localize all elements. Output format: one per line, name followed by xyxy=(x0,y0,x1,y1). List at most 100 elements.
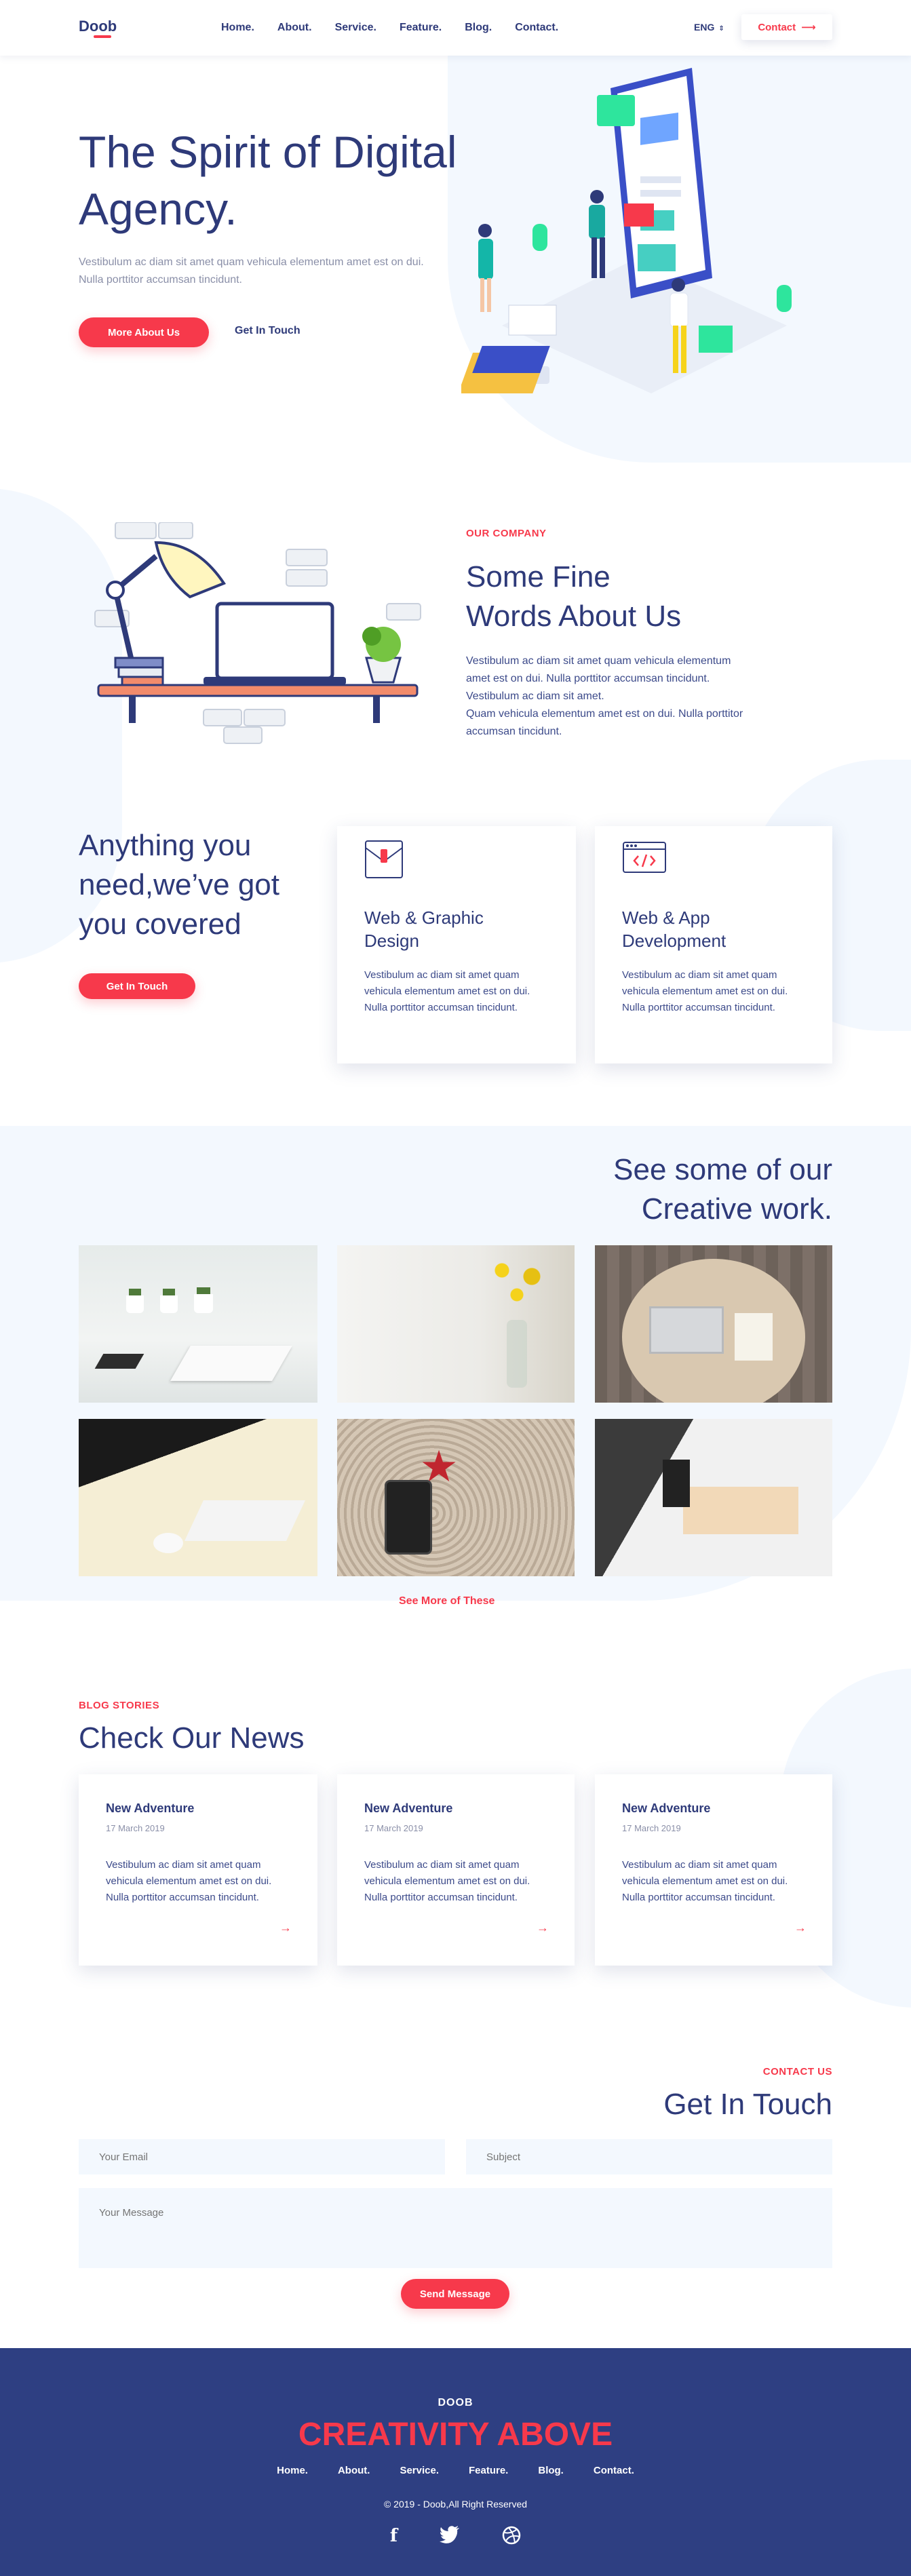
portfolio-photo-5[interactable]: ★ xyxy=(337,1419,575,1576)
blog-card-3-text: Vestibulum ac diam sit amet quam vehicul… xyxy=(622,1859,788,1903)
nav-contact[interactable]: Contact. xyxy=(515,22,558,34)
more-about-us-label: More About Us xyxy=(107,326,180,338)
service-card-design-title-line2: Design xyxy=(364,931,419,951)
blog-card-1[interactable]: New Adventure 17 March 2019 Vestibulum a… xyxy=(79,1774,317,1966)
footer-nav: Home. About. Service. Feature. Blog. Con… xyxy=(0,2465,911,2476)
footer-nav-home[interactable]: Home. xyxy=(277,2465,308,2476)
phone-stand xyxy=(663,1460,690,1507)
facebook-icon[interactable]: f xyxy=(390,2526,398,2546)
site-header: Doob Home. About. Service. Feature. Blog… xyxy=(0,0,911,56)
blog-card-2-date: 17 March 2019 xyxy=(364,1823,423,1833)
see-more-link[interactable]: See More of These xyxy=(399,1595,495,1607)
blog-card-1-date: 17 March 2019 xyxy=(106,1823,165,1833)
services-title-line1: Anything you xyxy=(79,829,252,862)
mouse xyxy=(153,1533,183,1553)
figure-man-top xyxy=(589,190,605,278)
services-title-line3: you covered xyxy=(79,908,241,941)
footer-nav-feature[interactable]: Feature. xyxy=(469,2465,508,2476)
about-title-line2: Words About Us xyxy=(466,600,682,633)
service-card-design-title-line1: Web & Graphic xyxy=(364,908,484,928)
figure-woman xyxy=(478,224,493,312)
plant-pot xyxy=(194,1294,213,1313)
blog-card-2-arrow-icon[interactable]: → xyxy=(537,1921,549,1935)
code-window-icon xyxy=(623,842,666,873)
blog-card-1-text: Vestibulum ac diam sit amet quam vehicul… xyxy=(106,1859,272,1903)
portfolio-photo-6[interactable] xyxy=(595,1419,832,1576)
notebook xyxy=(170,1346,293,1381)
blog-card-3-arrow-icon[interactable]: → xyxy=(794,1921,807,1935)
about-text-line2: amet est on dui. Nulla porttitor accumsa… xyxy=(466,673,710,684)
nav-feature[interactable]: Feature. xyxy=(400,22,442,34)
plant-pot xyxy=(126,1295,144,1313)
services-get-in-touch-button[interactable]: Get In Touch xyxy=(79,973,195,999)
blog-card-2-title: New Adventure xyxy=(364,1801,453,1815)
footer-nav-service[interactable]: Service. xyxy=(400,2465,439,2476)
social-links: f xyxy=(0,2526,911,2546)
nav-service[interactable]: Service. xyxy=(335,22,376,34)
blog-card-2-text: Vestibulum ac diam sit amet quam vehicul… xyxy=(364,1859,530,1903)
service-card-development-text: Vestibulum ac diam sit amet quam vehicul… xyxy=(622,969,788,1013)
footer-nav-about[interactable]: About. xyxy=(338,2465,370,2476)
contact-button-label: Contact xyxy=(758,21,796,33)
message-field[interactable] xyxy=(79,2188,832,2268)
services-title-line2: need,we’ve got xyxy=(79,868,279,901)
about-text-line5: accumsan tincidunt. xyxy=(466,726,562,737)
send-message-button[interactable]: Send Message xyxy=(401,2279,509,2309)
about-text-line3: Vestibulum ac diam sit amet. xyxy=(466,690,604,702)
nav-about[interactable]: About. xyxy=(277,22,312,34)
contact-title: Get In Touch xyxy=(663,2088,832,2121)
service-card-design[interactable]: Web & Graphic Design Vestibulum ac diam … xyxy=(337,826,576,1063)
portfolio-title-line2: Creative work. xyxy=(641,1192,832,1226)
hero-text: Vestibulum ac diam sit amet quam vehicul… xyxy=(79,256,424,286)
footer-brand[interactable]: DOOB xyxy=(0,2397,911,2409)
vase xyxy=(507,1320,527,1388)
keyboard xyxy=(185,1500,305,1541)
language-selector[interactable]: ENG ⇕ xyxy=(694,22,724,33)
contact-button[interactable]: Contact ⟶ xyxy=(741,14,832,40)
blog-card-2[interactable]: New Adventure 17 March 2019 Vestibulum a… xyxy=(337,1774,575,1966)
email-field[interactable] xyxy=(79,2139,445,2174)
dribbble-icon[interactable] xyxy=(502,2526,521,2545)
portfolio-photo-1[interactable] xyxy=(79,1245,317,1403)
portfolio-photo-2[interactable] xyxy=(337,1245,575,1403)
footer-nav-blog[interactable]: Blog. xyxy=(538,2465,564,2476)
twitter-icon[interactable] xyxy=(440,2526,460,2543)
blog-title: Check Our News xyxy=(79,1721,305,1755)
arrow-right-icon: ⟶ xyxy=(801,22,816,33)
blog-card-1-arrow-icon[interactable]: → xyxy=(279,1921,292,1935)
nav-blog[interactable]: Blog. xyxy=(465,22,492,34)
services-button-label: Get In Touch xyxy=(106,980,168,992)
portfolio-title-line1: See some of our xyxy=(613,1153,832,1186)
logo-underline xyxy=(94,35,111,38)
footer-tagline: CREATIVITY ABOVE xyxy=(298,2417,613,2453)
subject-field[interactable] xyxy=(466,2139,832,2174)
send-message-label: Send Message xyxy=(419,2288,491,2300)
about-title-line1: Some Fine xyxy=(466,560,610,593)
yellow-flowers xyxy=(480,1252,554,1313)
service-card-development[interactable]: Web & App Development Vestibulum ac diam… xyxy=(595,826,832,1063)
portfolio-photo-4[interactable] xyxy=(79,1419,317,1576)
blog-card-3[interactable]: New Adventure 17 March 2019 Vestibulum a… xyxy=(595,1774,832,1966)
desk-lamp-illustration xyxy=(94,522,421,744)
get-in-touch-link[interactable]: Get In Touch xyxy=(235,325,301,337)
laptop xyxy=(649,1306,724,1354)
service-card-design-text: Vestibulum ac diam sit amet quam vehicul… xyxy=(364,969,530,1013)
more-about-us-button[interactable]: More About Us xyxy=(79,317,209,347)
contact-eyebrow: CONTACT US xyxy=(762,2066,832,2077)
hero-illustration xyxy=(461,68,792,393)
page: Doob Home. About. Service. Feature. Blog… xyxy=(0,0,911,2576)
about-text-line1: Vestibulum ac diam sit amet quam vehicul… xyxy=(466,655,731,667)
blog-card-3-date: 17 March 2019 xyxy=(622,1823,681,1833)
main-nav: Home. About. Service. Feature. Blog. Con… xyxy=(221,22,558,34)
hero-title: The Spirit of Digital Agency. xyxy=(79,127,457,234)
blog-card-1-title: New Adventure xyxy=(106,1801,195,1815)
portfolio-photo-3[interactable] xyxy=(595,1245,832,1403)
phone-in-hand xyxy=(385,1480,432,1555)
notebook xyxy=(735,1313,773,1361)
logo[interactable]: Doob xyxy=(79,18,117,35)
footer-nav-contact[interactable]: Contact. xyxy=(594,2465,634,2476)
envelope-icon xyxy=(365,840,403,878)
about-eyebrow: OUR COMPANY xyxy=(466,528,547,539)
nav-home[interactable]: Home. xyxy=(221,22,254,34)
site-footer: DOOB CREATIVITY ABOVE Home. About. Servi… xyxy=(0,2348,911,2576)
